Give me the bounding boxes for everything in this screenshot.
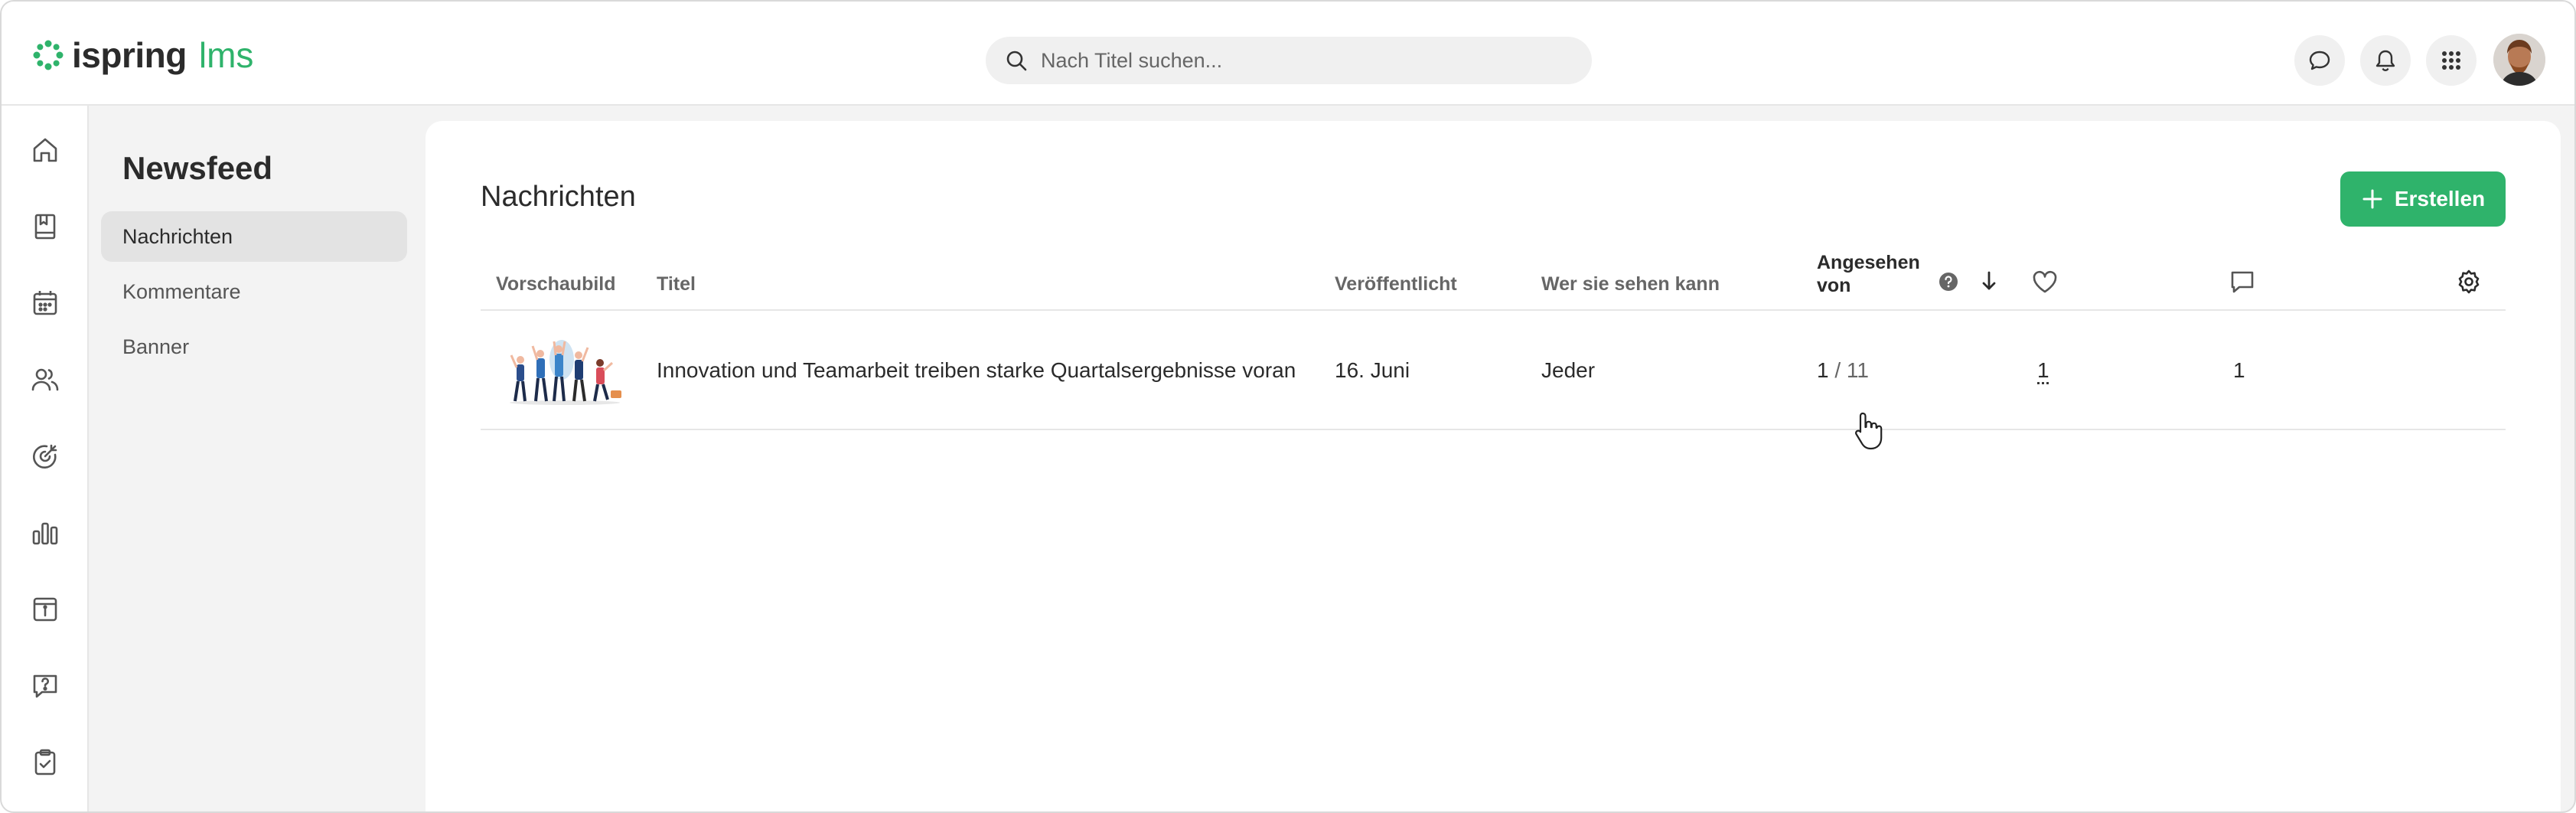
- users-icon: [31, 368, 59, 391]
- subnav-item-nachrichten[interactable]: Nachrichten: [101, 211, 407, 262]
- logo-mark-icon: [33, 40, 64, 70]
- nav-goals[interactable]: [27, 438, 64, 475]
- calendar-icon: [33, 291, 57, 315]
- apps-button[interactable]: [2426, 35, 2477, 86]
- help-circle-icon[interactable]: [1938, 271, 1959, 292]
- row-published: 16. Juni: [1335, 358, 1410, 382]
- col-published: Veröffentlicht: [1335, 273, 1457, 295]
- clipboard-check-icon: [34, 749, 56, 775]
- avatar-image: [2493, 34, 2545, 86]
- user-avatar[interactable]: [2493, 34, 2545, 86]
- book-icon: [34, 214, 56, 240]
- search-bar[interactable]: [986, 37, 1592, 84]
- plus-icon: [2362, 189, 2382, 209]
- heart-icon: [2033, 270, 2057, 293]
- notifications-button[interactable]: [2360, 35, 2411, 86]
- row-viewed: 1 / 11: [1817, 358, 1869, 383]
- logo-wordmark: ispring: [72, 35, 187, 75]
- nav-users[interactable]: [27, 361, 64, 398]
- row-likes[interactable]: 1: [2037, 358, 2049, 383]
- nav-info[interactable]: [27, 591, 64, 628]
- bell-icon: [2375, 50, 2395, 71]
- app-window: ispring lms Nach Titel suchen... Newsfee…: [0, 0, 2576, 813]
- row-audience: Jeder: [1541, 358, 1596, 382]
- table-header: Vorschaubild Titel Veröffentlicht Wer si…: [481, 251, 2506, 311]
- row-viewed-count: 1: [1817, 358, 1829, 382]
- nav-home[interactable]: [27, 132, 64, 168]
- row-viewed-total: / 11: [1834, 358, 1869, 382]
- logo-suffix: lms: [198, 35, 254, 75]
- search-icon: [1006, 51, 1027, 71]
- col-audience: Wer sie sehen kann: [1541, 273, 1720, 295]
- col-preview: Vorschaubild: [496, 273, 616, 295]
- subnav-item-banner[interactable]: Banner: [101, 322, 407, 372]
- chat-icon: [2309, 51, 2330, 70]
- hand-cursor-icon: [1855, 412, 1883, 450]
- col-viewed-line2: von: [1817, 275, 1851, 296]
- table-row[interactable]: Innovation und Teamarbeit treiben starke…: [481, 312, 2506, 430]
- news-thumbnail: [510, 340, 621, 405]
- col-viewed-line1: Angesehen: [1817, 252, 1920, 273]
- chat-button[interactable]: [2294, 35, 2345, 86]
- nav-courses[interactable]: [27, 208, 64, 245]
- apps-grid-icon: [2442, 51, 2460, 70]
- chart-icon: [32, 522, 58, 545]
- question-icon: [33, 674, 57, 698]
- nav-reports[interactable]: [27, 514, 64, 551]
- nav-tasks[interactable]: [27, 744, 64, 781]
- main-panel: Nachrichten Erstellen Vorschaubild Titel…: [426, 121, 2561, 811]
- logo[interactable]: ispring lms: [32, 35, 253, 75]
- col-viewed[interactable]: Angesehen von: [1817, 251, 1920, 297]
- page-title: Nachrichten: [481, 181, 636, 213]
- col-title: Titel: [657, 273, 696, 295]
- home-icon: [33, 138, 57, 162]
- create-button-label: Erstellen: [2394, 187, 2486, 211]
- target-icon: [32, 444, 57, 469]
- nav-calendar[interactable]: [27, 285, 64, 322]
- settings-gear-icon[interactable]: [2455, 268, 2483, 295]
- search-input[interactable]: [1041, 48, 1561, 73]
- create-button[interactable]: Erstellen: [2340, 171, 2506, 227]
- row-title[interactable]: Innovation und Teamarbeit treiben starke…: [657, 358, 1296, 383]
- section-nav: Newsfeed Nachrichten Kommentare Banner: [89, 106, 418, 811]
- top-bar: ispring lms: [2, 2, 2574, 106]
- subnav-item-kommentare[interactable]: Kommentare: [101, 266, 407, 317]
- section-title: Newsfeed: [122, 150, 273, 186]
- sort-arrow-down-icon[interactable]: [1978, 269, 2000, 292]
- nav-help[interactable]: [27, 668, 64, 704]
- row-comments: 1: [2233, 358, 2245, 382]
- icon-sidebar: [2, 106, 89, 811]
- comment-icon: [2231, 271, 2254, 293]
- info-archive-icon: [33, 597, 57, 622]
